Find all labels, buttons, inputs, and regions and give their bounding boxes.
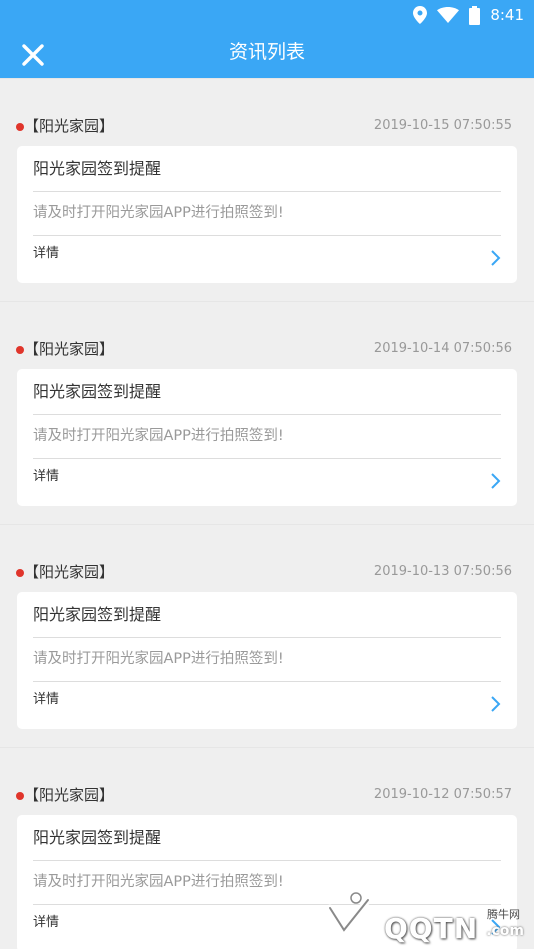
news-card[interactable]: 阳光家园签到提醒 请及时打开阳光家园APP进行拍照签到! 详情 xyxy=(17,369,517,506)
detail-link[interactable]: 详情 xyxy=(33,912,59,934)
detail-link[interactable]: 详情 xyxy=(33,689,59,711)
status-time: 8:41 xyxy=(490,6,524,24)
item-source: 【阳光家园】 xyxy=(24,340,115,358)
location-icon xyxy=(413,6,428,24)
card-divider xyxy=(33,458,501,459)
detail-link[interactable]: 详情 xyxy=(33,466,59,488)
watermark: 腾牛网 QQTN .com xyxy=(322,890,528,946)
detail-link[interactable]: 详情 xyxy=(33,243,59,265)
unread-dot xyxy=(16,569,24,577)
item-header: 【阳光家园】 2019-10-14 07:50:56 xyxy=(16,337,518,361)
chevron-right-icon[interactable] xyxy=(489,472,501,490)
item-time: 2019-10-14 07:50:56 xyxy=(373,341,512,356)
item-time: 2019-10-15 07:50:55 xyxy=(373,118,512,133)
card-summary: 请及时打开阳光家园APP进行拍照签到! xyxy=(33,428,284,444)
wifi-icon xyxy=(437,7,460,23)
watermark-text: QQTN xyxy=(384,912,479,945)
item-header: 【阳光家园】 2019-10-15 07:50:55 xyxy=(16,114,518,138)
card-divider xyxy=(33,860,501,861)
item-time: 2019-10-13 07:50:56 xyxy=(373,564,512,579)
battery-icon xyxy=(469,5,481,25)
status-icons: 8:41 xyxy=(413,4,524,26)
card-title: 阳光家园签到提醒 xyxy=(33,382,162,401)
list-item: 【阳光家园】 2019-10-13 07:50:56 阳光家园签到提醒 请及时打… xyxy=(0,524,534,747)
divider xyxy=(0,78,534,79)
page-title: 资讯列表 xyxy=(228,41,305,63)
watermark-name: 腾牛网 xyxy=(487,908,520,921)
item-source: 【阳光家园】 xyxy=(24,563,115,581)
watermark-suffix: .com xyxy=(486,923,524,939)
status-bar: 8:41 xyxy=(0,0,534,30)
card-title: 阳光家园签到提醒 xyxy=(33,605,162,624)
news-card[interactable]: 阳光家园签到提醒 请及时打开阳光家园APP进行拍照签到! 详情 xyxy=(17,592,517,729)
list-item: 【阳光家园】 2019-10-14 07:50:56 阳光家园签到提醒 请及时打… xyxy=(0,301,534,524)
card-summary: 请及时打开阳光家园APP进行拍照签到! xyxy=(33,205,284,221)
card-divider xyxy=(33,681,501,682)
item-time: 2019-10-12 07:50:57 xyxy=(373,787,512,802)
news-list: 【阳光家园】 2019-10-15 07:50:55 阳光家园签到提醒 请及时打… xyxy=(0,78,534,949)
item-header: 【阳光家园】 2019-10-12 07:50:57 xyxy=(16,783,518,807)
card-title: 阳光家园签到提醒 xyxy=(33,159,162,178)
item-header: 【阳光家园】 2019-10-13 07:50:56 xyxy=(16,560,518,584)
card-divider xyxy=(33,637,501,638)
list-item: 【阳光家园】 2019-10-15 07:50:55 阳光家园签到提醒 请及时打… xyxy=(0,78,534,301)
divider xyxy=(0,301,534,302)
unread-dot xyxy=(16,792,24,800)
item-source: 【阳光家园】 xyxy=(24,117,115,135)
card-divider xyxy=(33,235,501,236)
app-header: 资讯列表 xyxy=(0,30,534,78)
unread-dot xyxy=(16,123,24,131)
news-card[interactable]: 阳光家园签到提醒 请及时打开阳光家园APP进行拍照签到! 详情 xyxy=(17,146,517,283)
divider xyxy=(0,747,534,748)
item-source: 【阳光家园】 xyxy=(24,786,115,804)
unread-dot xyxy=(16,346,24,354)
card-summary: 请及时打开阳光家园APP进行拍照签到! xyxy=(33,651,284,667)
card-summary: 请及时打开阳光家园APP进行拍照签到! xyxy=(33,874,284,890)
card-divider xyxy=(33,191,501,192)
chevron-right-icon[interactable] xyxy=(489,695,501,713)
chevron-right-icon[interactable] xyxy=(489,249,501,267)
divider xyxy=(0,524,534,525)
card-title: 阳光家园签到提醒 xyxy=(33,828,162,847)
card-divider xyxy=(33,414,501,415)
